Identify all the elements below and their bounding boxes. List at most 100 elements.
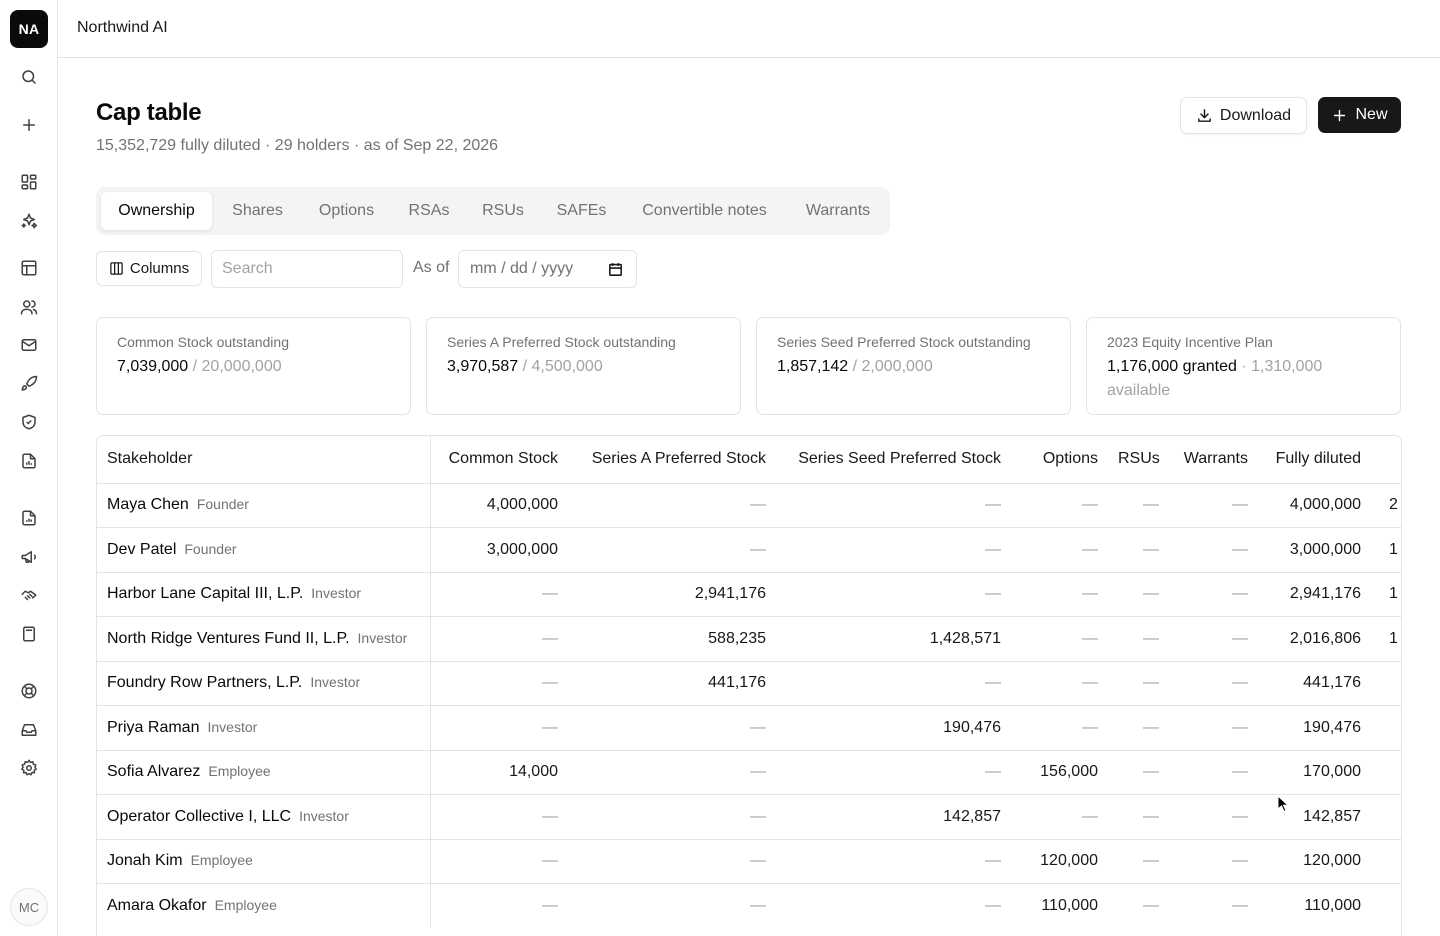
overflow-cell: 2 bbox=[1371, 482, 1401, 528]
column-header[interactable]: Series A Preferred Stock bbox=[568, 436, 776, 483]
card-primary: 1,176,000 granted bbox=[1107, 358, 1237, 375]
table-row[interactable]: North Ridge Ventures Fund II, L.P. Invest… bbox=[97, 616, 1401, 661]
megaphone-icon[interactable] bbox=[17, 545, 41, 569]
handshake-icon[interactable] bbox=[17, 583, 41, 607]
stakeholder-role: Investor bbox=[310, 674, 361, 691]
holding-cell: — bbox=[568, 527, 776, 572]
stakeholder-name[interactable]: Maya Chen bbox=[107, 496, 189, 513]
dashboard-icon[interactable] bbox=[17, 170, 41, 194]
stakeholder-cell[interactable]: Foundry Row Partners, L.P. Investor bbox=[97, 660, 431, 706]
table-row[interactable]: Dev Patel Founder 3,000,000— — — — —3,000,000 1 bbox=[97, 527, 1401, 572]
sparkles-icon[interactable] bbox=[17, 209, 41, 233]
holding-cell: — bbox=[776, 660, 1011, 706]
stakeholder-name[interactable]: Foundry Row Partners, L.P. bbox=[107, 674, 302, 691]
new-button[interactable]: New bbox=[1318, 97, 1401, 133]
tab-convertible-notes[interactable]: Convertible notes bbox=[625, 192, 784, 230]
stakeholder-cell[interactable]: Harbor Lane Capital III, L.P. Investor bbox=[97, 571, 431, 617]
holding-cell: — bbox=[1169, 571, 1258, 617]
stakeholder-name[interactable]: Priya Raman bbox=[107, 719, 199, 736]
stakeholder-cell[interactable]: Maya Chen Founder bbox=[97, 482, 431, 528]
table-row[interactable]: Operator Collective I, LLC Investor — —142,… bbox=[97, 794, 1401, 839]
stakeholder-name[interactable]: Jonah Kim bbox=[107, 852, 183, 869]
holding-cell: 110,000 bbox=[1011, 883, 1108, 928]
date-placeholder: mm / dd / yyyy bbox=[470, 260, 574, 277]
table-row[interactable]: Foundry Row Partners, L.P. Investor — 441,1… bbox=[97, 660, 1401, 706]
card-value: 3,970,587 / 4,500,000 bbox=[447, 355, 720, 379]
table-row[interactable]: Sofia Alvarez Employee 14,000— —156,000— —17… bbox=[97, 749, 1401, 795]
holding-cell: — bbox=[1169, 838, 1258, 884]
column-header[interactable]: Stakeholder bbox=[97, 436, 431, 483]
column-header[interactable]: Warrants bbox=[1169, 436, 1258, 483]
search-icon[interactable] bbox=[17, 65, 41, 89]
column-header[interactable]: Series Seed Preferred Stock bbox=[776, 436, 1011, 483]
stakeholder-cell[interactable]: Priya Raman Investor bbox=[97, 705, 431, 750]
overflow-cell: 1 bbox=[1371, 616, 1401, 661]
calendar-icon[interactable] bbox=[607, 261, 624, 278]
stakeholder-cell[interactable]: Jonah Kim Employee bbox=[97, 838, 431, 884]
holding-cell: — bbox=[568, 883, 776, 928]
holding-cell: — bbox=[776, 571, 1011, 617]
download-button[interactable]: Download bbox=[1180, 97, 1307, 134]
stakeholder-cell[interactable]: Amara Okafor Employee bbox=[97, 883, 431, 928]
users-icon[interactable] bbox=[17, 295, 41, 319]
as-of-date-input[interactable]: mm / dd / yyyy bbox=[458, 250, 637, 288]
tab-rsas[interactable]: RSAs bbox=[396, 192, 462, 230]
column-header[interactable]: Fully diluted bbox=[1258, 436, 1371, 483]
stakeholder-cell[interactable]: North Ridge Ventures Fund II, L.P. Invest… bbox=[97, 616, 431, 661]
columns-button[interactable]: Columns bbox=[96, 251, 202, 286]
search-input[interactable] bbox=[211, 250, 403, 288]
card-title: Series Seed Preferred Stock outstanding bbox=[777, 334, 1031, 350]
tab-shares[interactable]: Shares bbox=[218, 192, 297, 230]
table-row[interactable]: Priya Raman Investor — —190,476— — —190,476 bbox=[97, 705, 1401, 750]
holding-cell: — bbox=[1011, 616, 1108, 661]
column-header[interactable]: Options bbox=[1011, 436, 1108, 483]
stakeholder-cell[interactable]: Sofia Alvarez Employee bbox=[97, 749, 431, 795]
tab-warrants[interactable]: Warrants bbox=[790, 192, 886, 230]
card-title: 2023 Equity Incentive Plan bbox=[1107, 334, 1273, 350]
holding-cell: 2,941,176 bbox=[568, 571, 776, 617]
inbox-icon[interactable] bbox=[17, 718, 41, 742]
user-avatar[interactable]: MC bbox=[10, 888, 48, 926]
document-chart-icon[interactable] bbox=[17, 506, 41, 530]
holding-cell: — bbox=[568, 705, 776, 750]
tab-rsus[interactable]: RSUs bbox=[468, 192, 538, 230]
fully-diluted-cell: 142,857 bbox=[1258, 794, 1371, 839]
table-row[interactable]: Harbor Lane Capital III, L.P. Investor —2,… bbox=[97, 571, 1401, 617]
overflow-cell bbox=[1371, 838, 1401, 884]
table-row[interactable]: Amara Okafor Employee — — —110,000— —110,000 bbox=[97, 883, 1401, 928]
fully-diluted-cell: 441,176 bbox=[1258, 660, 1371, 706]
stakeholder-name[interactable]: Amara Okafor bbox=[107, 897, 207, 914]
plus-icon[interactable] bbox=[17, 113, 41, 137]
stakeholder-name[interactable]: Sofia Alvarez bbox=[107, 763, 200, 780]
stakeholder-name[interactable]: Harbor Lane Capital III, L.P. bbox=[107, 585, 303, 602]
stakeholder-cell[interactable]: Operator Collective I, LLC Investor bbox=[97, 794, 431, 839]
org-switcher[interactable]: NA bbox=[10, 10, 48, 48]
stakeholder-role: Investor bbox=[357, 629, 408, 646]
rocket-icon[interactable] bbox=[17, 372, 41, 396]
calculator-icon[interactable] bbox=[17, 622, 41, 646]
mail-icon[interactable] bbox=[17, 333, 41, 357]
report-icon[interactable] bbox=[17, 449, 41, 473]
column-header-overflow bbox=[1371, 436, 1401, 483]
help-icon[interactable] bbox=[17, 679, 41, 703]
holding-cell: — bbox=[1108, 749, 1169, 795]
table-row[interactable]: Jonah Kim Employee — — —120,000— —120,000 bbox=[97, 838, 1401, 884]
shield-icon[interactable] bbox=[17, 410, 41, 434]
table-row[interactable]: Maya Chen Founder 4,000,000— — — — —4,000,000 2 bbox=[97, 482, 1401, 528]
table-icon[interactable] bbox=[17, 256, 41, 280]
stakeholder-name[interactable]: North Ridge Ventures Fund II, L.P. bbox=[107, 630, 350, 647]
holding-cell: 588,235 bbox=[568, 616, 776, 661]
holding-cell: — bbox=[430, 616, 568, 661]
stakeholder-name[interactable]: Dev Patel bbox=[107, 541, 176, 558]
column-header[interactable]: Common Stock bbox=[430, 436, 568, 483]
stakeholder-role: Employee bbox=[214, 897, 277, 913]
tab-ownership[interactable]: Ownership bbox=[101, 192, 212, 230]
stakeholder-name[interactable]: Operator Collective I, LLC bbox=[107, 808, 291, 825]
settings-icon[interactable] bbox=[17, 756, 41, 780]
column-header[interactable]: RSUs bbox=[1108, 436, 1169, 483]
overflow-cell bbox=[1371, 749, 1401, 795]
tab-options[interactable]: Options bbox=[303, 192, 390, 230]
tab-safes[interactable]: SAFEs bbox=[544, 192, 619, 230]
overflow-cell bbox=[1371, 883, 1401, 928]
stakeholder-cell[interactable]: Dev Patel Founder bbox=[97, 527, 431, 572]
